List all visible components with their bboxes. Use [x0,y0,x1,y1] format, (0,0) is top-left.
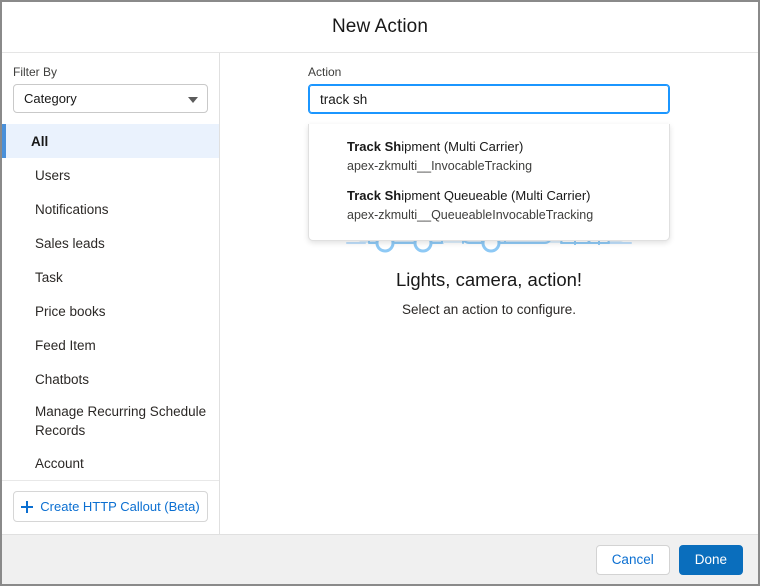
action-panel: Action Track Shipment (Multi Carrier)ape… [220,53,758,534]
suggestion-rest-text: ipment (Multi Carrier) [401,139,524,154]
sidebar-item-all[interactable]: All [2,124,219,158]
filter-by-label: Filter By [13,65,58,79]
sidebar-item-chatbots[interactable]: Chatbots [2,362,219,396]
sidebar-item-label: All [31,133,49,149]
sidebar-item-label: Price books [35,303,106,319]
action-search-input[interactable] [308,84,670,114]
suggestion-rest-text: ipment Queueable (Multi Carrier) [401,188,591,203]
create-http-callout-label: Create HTTP Callout (Beta) [40,499,200,514]
sidebar-item-label: Notifications [35,201,109,217]
suggestion-api-name: apex-zkmulti__InvocableTracking [347,159,533,173]
done-button[interactable]: Done [678,544,743,575]
modal-footer: Cancel Done [2,534,758,584]
sidebar-item-notifications[interactable]: Notifications [2,192,219,226]
modal-body: Filter By Category All Users Notifications… [2,53,758,534]
action-suggestion-item[interactable]: Track Shipment (Multi Carrier) apex-zkmul… [309,132,669,181]
sidebar-item-label: Feed Item [35,337,96,353]
action-suggestion-item[interactable]: Track Shipment Queueable (Multi Carrier)… [309,181,669,230]
filter-by-value: Category [24,91,77,106]
sidebar-item-sales-leads[interactable]: Sales leads [2,226,219,260]
empty-state-headline: Lights, camera, action! [395,269,583,290]
sidebar-item-users[interactable]: Users [2,158,219,192]
category-list: All Users Notifications Sales leads Task Pric… [2,122,219,480]
suggestion-title: Track Shipment (Multi Carrier) [347,138,655,156]
sidebar-item-label: Manage Recurring Schedule Records [35,404,207,438]
chevron-down-icon [188,96,198,103]
sidebar-item-label: Chatbots [35,371,90,387]
page-title: New Action [331,16,429,37]
modal-header: New Action [2,2,758,53]
create-http-callout-button[interactable]: Create HTTP Callout (Beta) [13,491,208,522]
action-suggestions-dropdown: Track Shipment (Multi Carrier) apex-zkmul… [308,124,670,241]
suggestion-matched-text: Track Sh [347,188,402,203]
sidebar-item-task[interactable]: Task [2,260,219,294]
sidebar-item-label: Sales leads [35,235,105,251]
sidebar-footer: Create HTTP Callout (Beta) [2,480,219,534]
action-field: Action [308,65,670,114]
suggestion-matched-text: Track Sh [347,139,402,154]
suggestion-title: Track Shipment Queueable (Multi Carrier) [347,187,655,205]
sidebar-item-account[interactable]: Account [2,446,219,480]
sidebar-item-label: Account [35,455,84,471]
sidebar-item-price-books[interactable]: Price books [2,294,219,328]
sidebar-item-feed-item[interactable]: Feed Item [2,328,219,362]
filter-block: Filter By Category [2,53,219,122]
action-label: Action [308,65,342,79]
sidebar-item-label: Users [35,167,71,183]
filter-sidebar: Filter By Category All Users Notifications… [2,53,220,534]
new-action-modal: New Action Filter By Category All Users No… [0,0,760,586]
filter-by-select[interactable]: Category [13,84,208,113]
sidebar-item-label: Task [35,269,63,285]
cancel-button[interactable]: Cancel [595,544,670,575]
plus-icon [21,500,34,513]
empty-state-subtext: Select an action to configure. [401,302,577,317]
suggestion-api-name: apex-zkmulti__QueueableInvocableTracking [347,208,594,222]
sidebar-item-manage-recurring-schedule-records[interactable]: Manage Recurring Schedule Records [2,396,219,446]
